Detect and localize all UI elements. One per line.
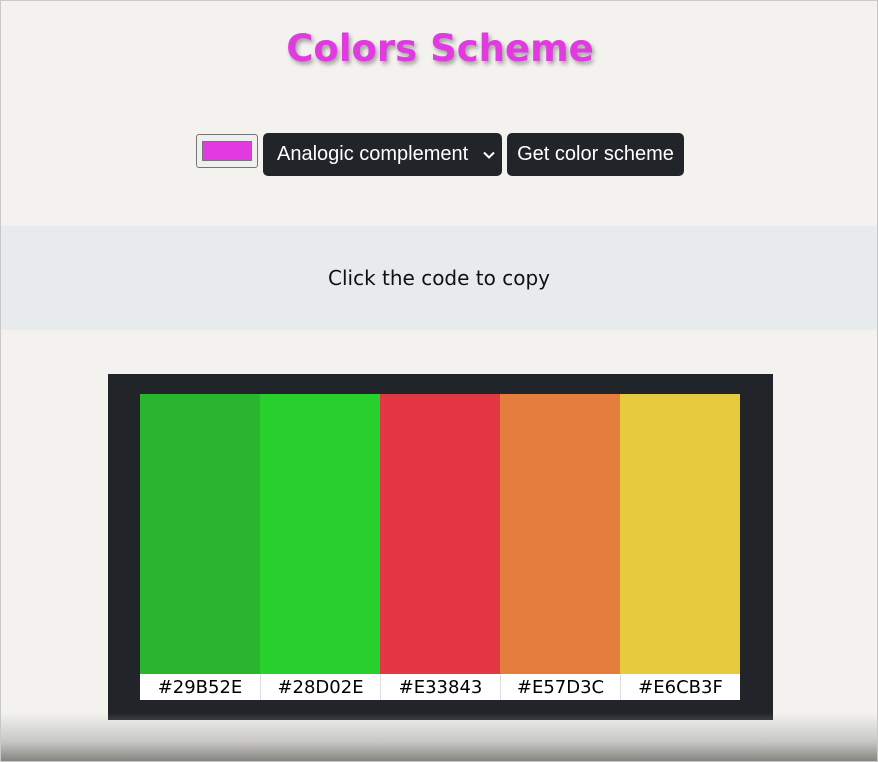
color-block xyxy=(380,394,500,674)
color-block xyxy=(500,394,620,674)
color-code[interactable]: #E6CB3F xyxy=(620,674,740,700)
seed-color-swatch xyxy=(202,140,252,161)
color-code[interactable]: #28D02E xyxy=(260,674,380,700)
palette-color-1: #29B52E xyxy=(140,394,260,700)
color-block xyxy=(620,394,740,674)
color-palette: #29B52E #28D02E #E33843 #E57D3C #E6CB3F xyxy=(108,374,773,720)
palette-color-5: #E6CB3F xyxy=(620,394,740,700)
palette-color-4: #E57D3C xyxy=(500,394,620,700)
color-code[interactable]: #29B52E xyxy=(140,674,260,700)
get-color-scheme-button[interactable]: Get color scheme xyxy=(507,133,684,176)
palette-swatches: #29B52E #28D02E #E33843 #E57D3C #E6CB3F xyxy=(140,394,740,700)
page-title: Colors Scheme xyxy=(286,27,594,70)
seed-color-picker[interactable] xyxy=(196,133,258,168)
copy-hint-text: Click the code to copy xyxy=(328,266,550,290)
color-block xyxy=(260,394,380,674)
palette-color-3: #E33843 xyxy=(380,394,500,700)
scheme-mode-select[interactable]: Analogic complement xyxy=(263,133,502,176)
palette-color-2: #28D02E xyxy=(260,394,380,700)
chevron-down-icon xyxy=(482,148,496,162)
controls-bar: Analogic complement Get color scheme xyxy=(1,133,878,176)
copy-hint-banner: Click the code to copy xyxy=(1,226,877,330)
bottom-fade xyxy=(1,713,877,761)
scheme-mode-selected: Analogic complement xyxy=(277,143,469,165)
color-code[interactable]: #E33843 xyxy=(380,674,500,700)
color-block xyxy=(140,394,260,674)
color-code[interactable]: #E57D3C xyxy=(500,674,620,700)
